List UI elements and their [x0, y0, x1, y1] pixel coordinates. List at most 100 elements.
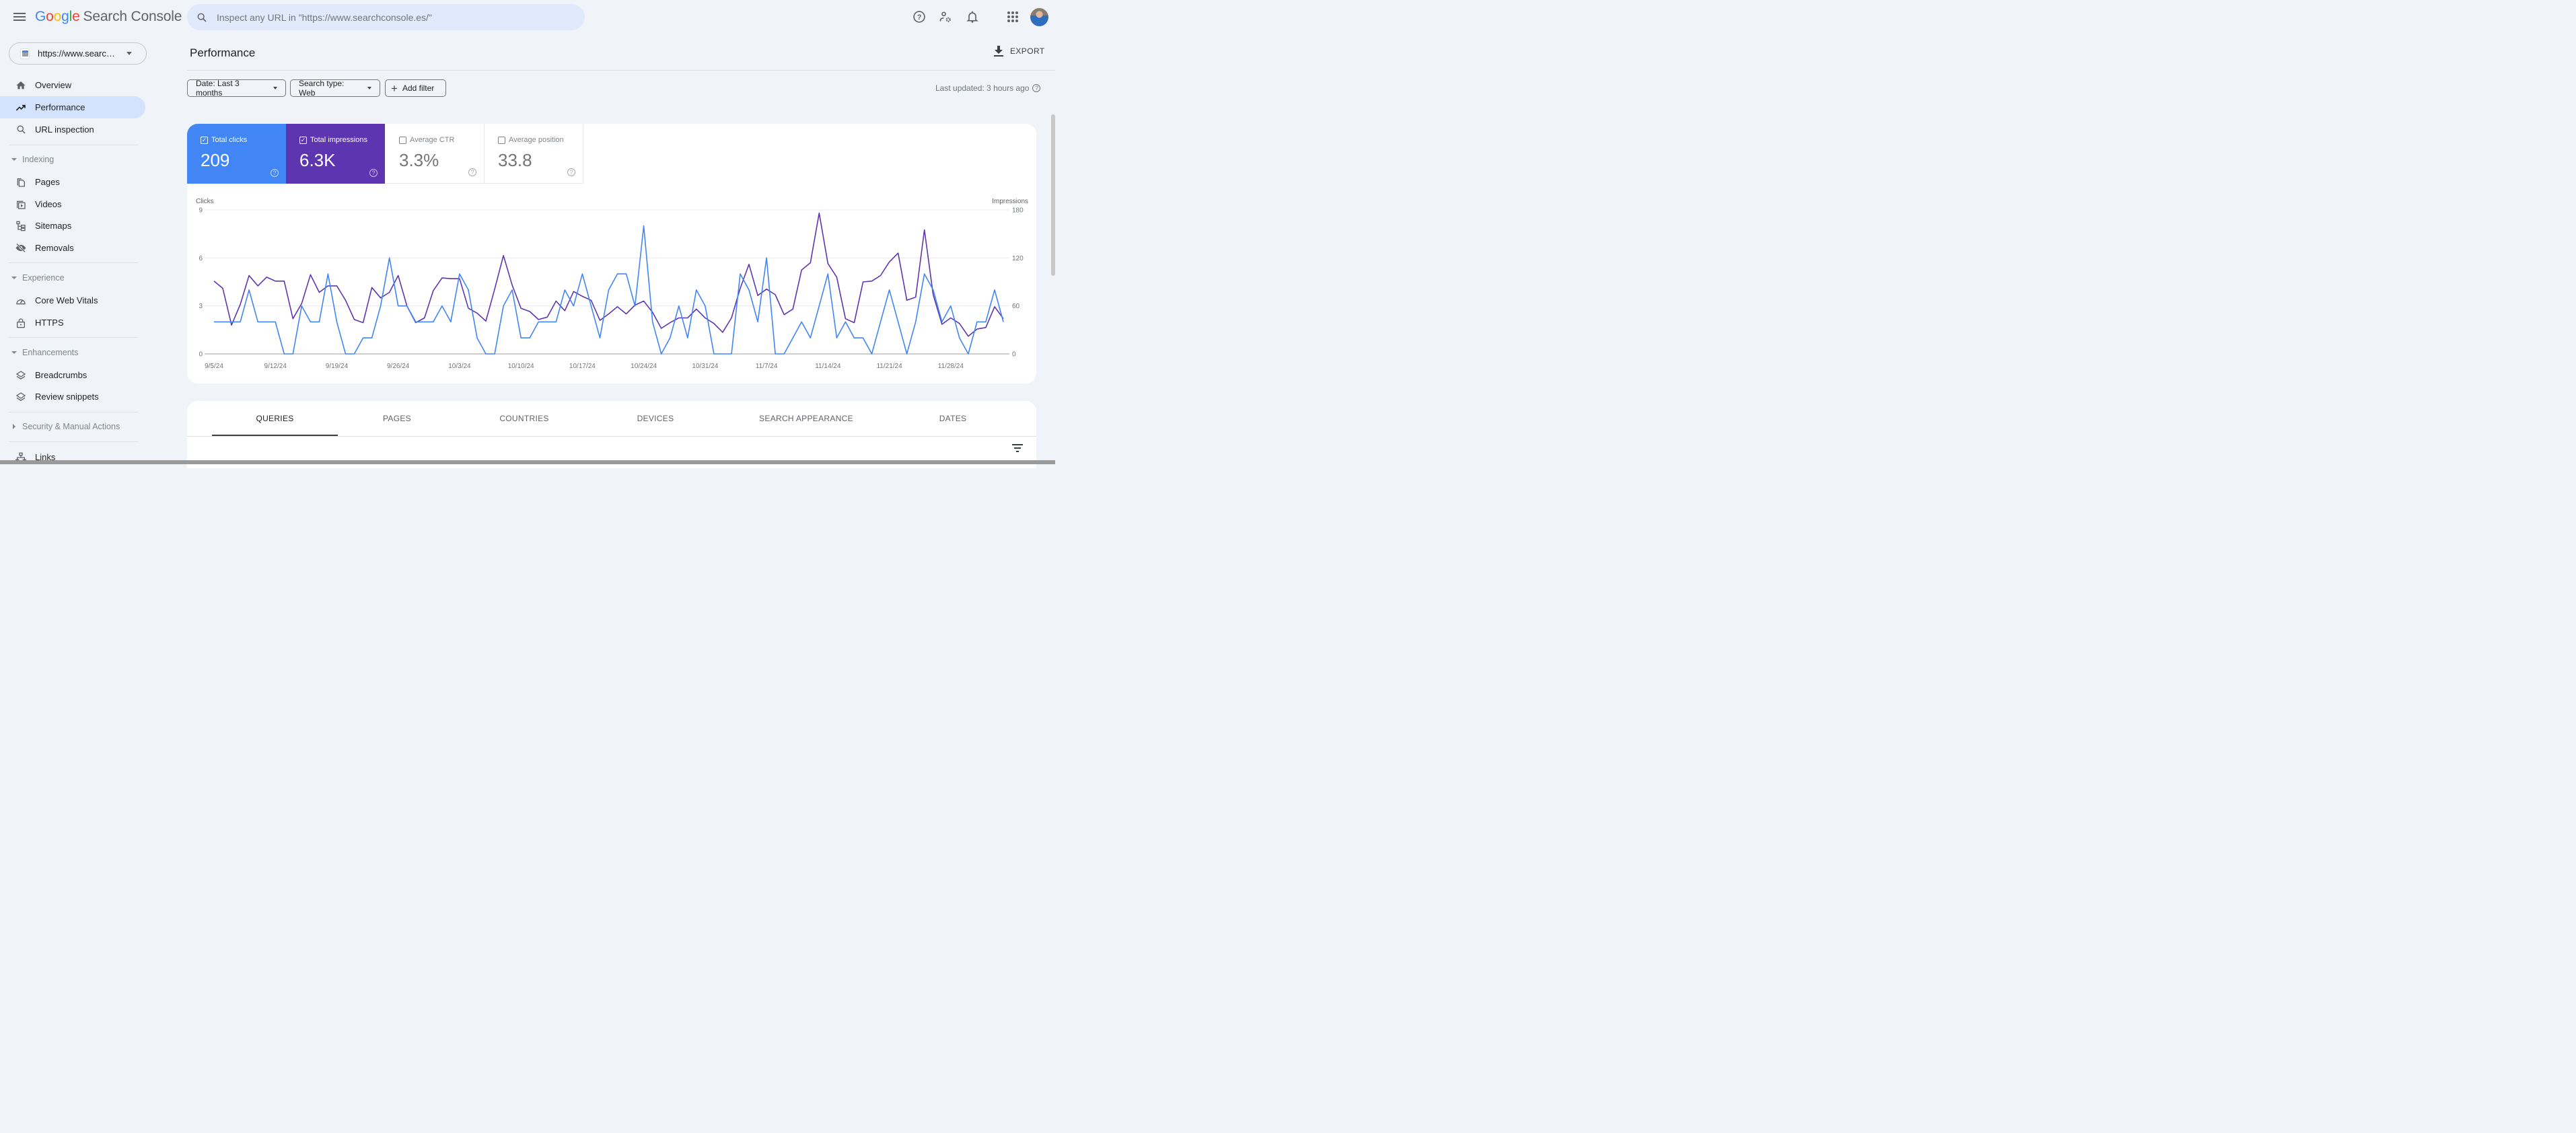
- search-type-filter-chip[interactable]: Search type: Web: [290, 79, 380, 98]
- help-icon[interactable]: ?: [271, 169, 279, 177]
- export-button[interactable]: EXPORT: [994, 46, 1045, 57]
- sidebar-item-label: Review snippets: [35, 392, 99, 402]
- layers-icon: [15, 370, 26, 381]
- sidebar-item-links[interactable]: Links: [0, 446, 145, 468]
- x-tick-label: 9/26/24: [387, 363, 410, 370]
- window-bottom-edge: [0, 460, 1055, 464]
- sidebar-section-indexing[interactable]: Indexing: [11, 155, 54, 164]
- tab-search-appearance[interactable]: SEARCH APPEARANCE: [739, 401, 873, 436]
- metric-total-clicks[interactable]: ✓ Total clicks 209 ?: [187, 124, 286, 184]
- date-filter-chip[interactable]: Date: Last 3 months: [187, 79, 286, 98]
- metric-label: Average position: [509, 136, 564, 144]
- sidebar-item-removals[interactable]: Removals: [0, 237, 145, 259]
- help-icon[interactable]: ?: [468, 168, 476, 176]
- filter-rows-icon[interactable]: [1012, 444, 1023, 452]
- sidebar-item-pages[interactable]: Pages: [0, 171, 145, 193]
- tab-pages[interactable]: PAGES: [338, 401, 456, 436]
- speedometer-icon: [15, 295, 26, 306]
- videos-icon: [15, 199, 26, 210]
- property-selector[interactable]: https://www.search...: [9, 42, 147, 65]
- tabs-divider: [187, 436, 1036, 437]
- help-icon[interactable]: ?: [369, 169, 378, 177]
- sidebar-item-videos[interactable]: Videos: [0, 193, 145, 215]
- x-tick-label: 9/12/24: [264, 363, 287, 370]
- y-tick-right: 60: [1012, 303, 1020, 310]
- y-axis-left-title: Clicks: [196, 198, 214, 205]
- sidebar-divider: [9, 441, 138, 442]
- property-url: https://www.search...: [38, 48, 117, 59]
- x-tick-label: 10/31/24: [692, 363, 718, 370]
- help-icon[interactable]: ?: [567, 168, 575, 176]
- sidebar-section-enhancements[interactable]: Enhancements: [11, 348, 78, 357]
- sidebar-item-https[interactable]: HTTPS: [0, 312, 145, 334]
- caret-down-icon: [11, 277, 17, 279]
- sidebar-item-url-inspection[interactable]: URL inspection: [0, 118, 145, 141]
- performance-line-chart[interactable]: Clicks Impressions 0 0 3 60 6 120 9 180 9/5/24 9…: [187, 191, 1036, 379]
- sidebar-item-core-web-vitals[interactable]: Core Web Vitals: [0, 289, 145, 312]
- checkbox-unchecked-icon[interactable]: [399, 136, 406, 144]
- series-line-impressions[interactable]: [213, 212, 1004, 337]
- chip-label: Date: Last 3 months: [196, 79, 240, 98]
- sidebar-section-security[interactable]: Security & Manual Actions: [11, 422, 120, 431]
- tab-queries[interactable]: QUERIES: [212, 401, 338, 436]
- notifications-icon[interactable]: [965, 9, 980, 24]
- x-tick-label: 10/10/24: [508, 363, 534, 370]
- metric-total-impressions[interactable]: ✓ Total impressions 6.3K ?: [286, 124, 385, 184]
- url-inspect-search[interactable]: [187, 4, 585, 30]
- product-name: Search Console: [83, 9, 182, 24]
- checkbox-checked-icon[interactable]: ✓: [299, 136, 307, 144]
- series-line-clicks[interactable]: [214, 225, 1004, 355]
- account-avatar[interactable]: [1030, 8, 1048, 26]
- sidebar-item-label: Pages: [35, 177, 60, 187]
- metric-average-ctr[interactable]: Average CTR 3.3% ?: [386, 124, 485, 184]
- plus-icon: +: [391, 81, 398, 95]
- metric-label: Total clicks: [211, 136, 248, 144]
- main-menu-icon[interactable]: [13, 11, 26, 23]
- search-icon: [15, 124, 26, 135]
- sidebar-item-sitemaps[interactable]: Sitemaps: [0, 215, 145, 237]
- x-tick-label: 10/3/24: [448, 363, 471, 370]
- caret-right-icon: [13, 424, 15, 429]
- x-tick-label: 10/24/24: [631, 363, 657, 370]
- chevron-down-icon: [127, 52, 132, 55]
- x-tick-label: 11/14/24: [815, 363, 841, 370]
- caret-down-icon: [273, 87, 277, 89]
- add-filter-button[interactable]: + Add filter: [385, 79, 446, 97]
- tab-devices[interactable]: DEVICES: [598, 401, 713, 436]
- apps-grid-icon[interactable]: [1005, 9, 1020, 24]
- logo-letter: e: [72, 9, 80, 24]
- chip-label: Add filter: [402, 83, 435, 93]
- sidebar-item-label: Performance: [35, 102, 85, 112]
- sidebar-item-overview[interactable]: Overview: [0, 74, 145, 96]
- metric-average-position[interactable]: Average position 33.8 ?: [485, 124, 583, 184]
- help-icon[interactable]: ?: [1032, 84, 1041, 92]
- svg-text:?: ?: [917, 13, 922, 22]
- sidebar-item-breadcrumbs[interactable]: Breadcrumbs: [0, 364, 145, 386]
- x-tick-label: 9/19/24: [326, 363, 349, 370]
- sidebar-section-experience[interactable]: Experience: [11, 273, 65, 283]
- layers-icon: [15, 392, 26, 402]
- help-icon[interactable]: ?: [912, 9, 927, 24]
- chip-label: Search type: Web: [299, 79, 345, 98]
- trending-up-icon: [15, 102, 26, 113]
- x-tick-label: 11/21/24: [876, 363, 902, 370]
- sidebar-item-review-snippets[interactable]: Review snippets: [0, 386, 145, 408]
- dimensions-table-card: QUERIES PAGES COUNTRIES DEVICES SEARCH A…: [187, 401, 1036, 468]
- eye-off-icon: [15, 243, 26, 254]
- sidebar-item-label: HTTPS: [35, 318, 64, 328]
- download-icon: [994, 46, 1003, 57]
- checkbox-unchecked-icon[interactable]: [498, 136, 505, 144]
- sidebar-item-performance[interactable]: Performance: [0, 96, 145, 118]
- y-tick-left: 6: [199, 255, 203, 262]
- sidebar-divider: [9, 262, 138, 263]
- export-label: EXPORT: [1010, 46, 1045, 56]
- section-title: Experience: [22, 273, 65, 283]
- pages-icon: [15, 177, 26, 188]
- manage-users-icon[interactable]: [938, 9, 953, 24]
- page-scrollbar[interactable]: [1051, 114, 1055, 276]
- url-inspect-input[interactable]: [217, 11, 567, 23]
- app-logo[interactable]: Google Search Console: [35, 9, 182, 25]
- checkbox-checked-icon[interactable]: ✓: [201, 136, 208, 144]
- tab-dates[interactable]: DATES: [894, 401, 1012, 436]
- tab-countries[interactable]: COUNTRIES: [463, 401, 585, 436]
